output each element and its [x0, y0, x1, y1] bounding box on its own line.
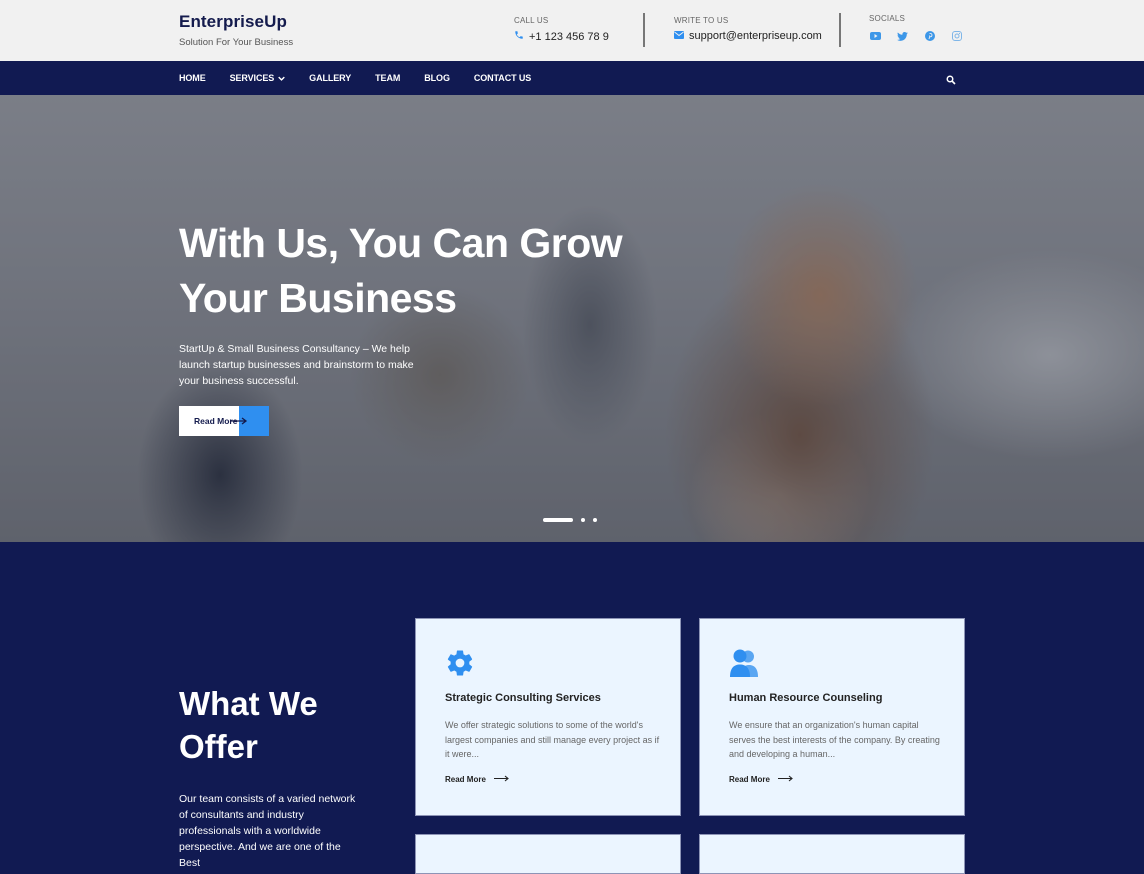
service-card	[415, 834, 681, 874]
envelope-icon	[674, 30, 684, 42]
search-icon[interactable]	[946, 72, 958, 85]
slider-dot-3[interactable]	[593, 518, 597, 522]
header-divider	[839, 13, 841, 47]
section-title: What We Offer	[179, 682, 379, 768]
service-card: Human Resource Counseling We ensure that…	[699, 618, 965, 816]
service-card-title[interactable]: Human Resource Counseling	[729, 692, 882, 704]
nav-item-team[interactable]: TEAM	[375, 73, 400, 83]
what-we-offer-section: What We Offer Our team consists of a var…	[0, 542, 1144, 874]
arrow-right-icon	[493, 775, 510, 784]
read-more-label: Read More	[729, 775, 770, 784]
phone-number: +1 123 456 78 9	[529, 30, 609, 43]
nav-item-label: HOME	[179, 73, 206, 83]
service-card-text: We ensure that an organization's human c…	[729, 720, 940, 759]
socials-label: SOCIALS	[869, 14, 906, 23]
nav-item-label: BLOG	[424, 73, 450, 83]
slider-dot-2[interactable]	[581, 518, 585, 522]
nav-item-blog[interactable]: BLOG	[424, 73, 450, 83]
main-nav: HOME SERVICES GALLERY TEAM BLOG CONTACT …	[0, 61, 1144, 95]
gear-icon	[445, 648, 475, 678]
write-to-us-block: WRITE TO US support@enterpriseup.com	[674, 16, 822, 42]
nav-item-label: CONTACT US	[473, 73, 532, 83]
hero-slider: With Us, You Can Grow Your Business Star…	[0, 95, 1144, 542]
hero-read-more-button[interactable]: Read More	[179, 406, 269, 436]
service-card-read-more[interactable]: Read More	[445, 775, 510, 784]
service-card-title[interactable]: Strategic Consulting Services	[445, 692, 601, 704]
instagram-icon[interactable]	[950, 30, 963, 42]
nav-item-home[interactable]: HOME	[179, 73, 206, 83]
nav-item-label: SERVICES	[229, 73, 275, 83]
nav-item-gallery[interactable]: GALLERY	[309, 73, 351, 83]
call-us-block: CALL US +1 123 456 78 9	[514, 16, 609, 43]
read-more-label: Read More	[445, 775, 486, 784]
phone-link[interactable]: +1 123 456 78 9	[514, 30, 609, 43]
nav-item-services[interactable]: SERVICES	[230, 73, 286, 83]
arrow-right-icon	[777, 775, 794, 784]
users-icon	[729, 648, 759, 678]
email-link[interactable]: support@enterpriseup.com	[674, 30, 822, 42]
call-us-label: CALL US	[514, 16, 549, 25]
youtube-icon[interactable]	[869, 30, 882, 42]
nav-item-label: TEAM	[375, 73, 401, 83]
brand-title[interactable]: EnterpriseUp	[179, 12, 293, 32]
hero-title: With Us, You Can Grow Your Business	[179, 216, 659, 326]
section-title-line: Offer	[179, 728, 258, 765]
brand-tagline: Solution For Your Business	[179, 37, 294, 48]
service-card-read-more[interactable]: Read More	[729, 775, 794, 784]
twitter-icon[interactable]	[896, 30, 909, 42]
nav-item-contact-us[interactable]: CONTACT US	[474, 73, 531, 83]
top-bar: EnterpriseUp Solution For Your Business …	[0, 0, 1144, 61]
header-divider	[643, 13, 645, 47]
hero-subtitle: StartUp & Small Business Consultancy – W…	[179, 343, 414, 387]
service-card: Strategic Consulting Services We offer s…	[415, 618, 681, 816]
hero-title-line: Your Business	[179, 275, 457, 321]
service-card-text: We offer strategic solutions to some of …	[445, 720, 660, 759]
slider-pagination	[543, 518, 597, 522]
chevron-down-icon	[278, 73, 285, 83]
email-address: support@enterpriseup.com	[689, 30, 822, 42]
slider-dot-1[interactable]	[543, 518, 573, 522]
section-description: Our team consists of a varied network of…	[179, 793, 356, 869]
pinterest-icon[interactable]	[923, 30, 936, 42]
brand[interactable]: EnterpriseUp Solution For Your Business	[179, 12, 293, 48]
socials-block: SOCIALS	[869, 14, 963, 42]
phone-icon	[514, 30, 524, 43]
hero-title-line: With Us, You Can Grow	[179, 220, 623, 266]
write-to-us-label: WRITE TO US	[674, 16, 729, 25]
section-title-line: What We	[179, 685, 318, 722]
nav-item-label: GALLERY	[309, 73, 352, 83]
service-card	[699, 834, 965, 874]
arrow-right-icon	[230, 406, 269, 436]
